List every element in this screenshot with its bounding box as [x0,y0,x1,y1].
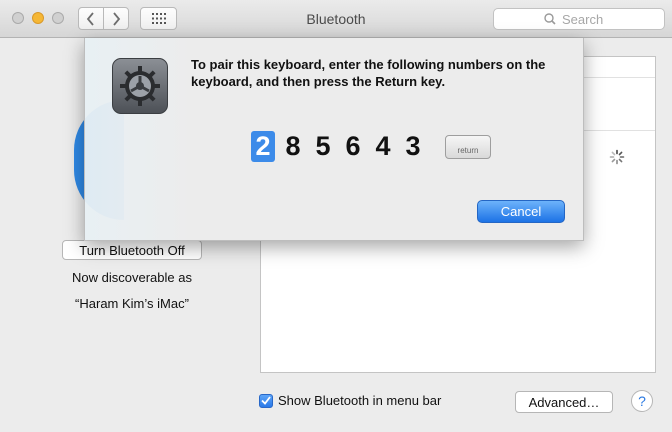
search-input[interactable] [562,11,614,27]
search-icon [544,13,556,25]
passkey-digit: 5 [315,131,331,161]
passkey-digit: 8 [285,131,301,161]
help-button[interactable]: ? [631,390,653,412]
loading-spinner-icon [609,149,625,165]
dialog-message: To pair this keyboard, enter the followi… [191,57,546,89]
turn-bluetooth-off-button[interactable]: Turn Bluetooth Off [62,240,202,260]
cancel-button[interactable]: Cancel [477,200,565,223]
checkbox[interactable] [259,393,273,408]
passkey-display: 2 8 5 6 4 3 return [251,131,491,162]
discoverable-label: Now discoverable as [72,270,192,285]
show-bluetooth-in-menu-bar-checkbox[interactable]: Show Bluetooth in menu bar [259,393,441,408]
return-key-indicator: return [445,134,491,159]
passkey-digit: 6 [345,131,361,161]
computer-name-label: “Haram Kim’s iMac” [75,296,189,311]
passkey-digit: 3 [405,131,421,161]
advanced-button[interactable]: Advanced… [515,391,613,413]
show-bluetooth-label: Show Bluetooth in menu bar [278,393,442,408]
search-field[interactable] [493,8,665,30]
gear-icon [120,66,160,106]
checkmark-icon [261,396,271,405]
passkey-digit: 4 [375,131,391,161]
passkey-digit: 2 [251,131,275,162]
pairing-dialog: To pair this keyboard, enter the followi… [84,38,584,241]
title-bar: Bluetooth [0,0,672,38]
system-preferences-gear-icon [112,58,168,114]
